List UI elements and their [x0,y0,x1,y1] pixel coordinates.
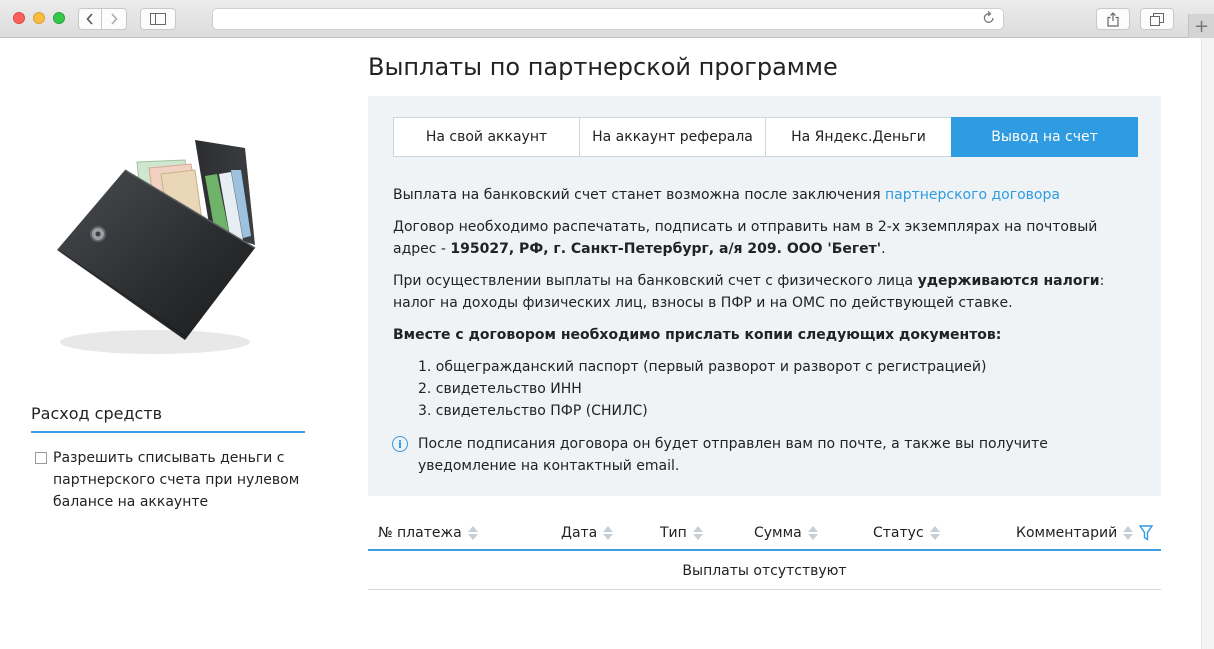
tab-referral-account[interactable]: На аккаунт реферала [579,117,766,157]
allow-debit-checkbox-label[interactable]: Разрешить списывать деньги с партнерског… [53,447,313,513]
column-date[interactable]: Дата [561,525,614,541]
sidebar-toggle-button[interactable] [140,8,176,30]
column-amount[interactable]: Сумма [754,525,818,541]
paragraph-taxes: При осуществлении выплаты на банковский … [393,273,1105,311]
new-tab-button[interactable]: + [1188,14,1214,38]
minimize-window-button[interactable] [33,12,45,24]
tab-overview-button[interactable] [1140,8,1174,30]
column-payment-number[interactable]: № платежа [378,525,478,541]
payout-tabs: На свой аккаунт На аккаунт реферала На Я… [393,117,1138,157]
page-title: Выплаты по партнерской программе [368,53,838,81]
chevron-right-icon [111,13,118,25]
paragraph-agreement: Договор необходимо распечатать, подписат… [393,219,1098,257]
expenses-section-title: Расход средств [31,404,163,423]
paragraph-bank-payout: Выплата на банковский счет станет возмож… [393,187,1060,203]
documents-heading: Вместе с договором необходимо прислать к… [393,327,1002,343]
column-status[interactable]: Статус [873,525,940,541]
sort-icon[interactable] [603,526,614,540]
taxes-withheld: удерживаются налоги [917,273,1100,289]
tab-own-account[interactable]: На свой аккаунт [393,117,580,157]
reload-icon[interactable] [983,11,995,29]
zoom-window-button[interactable] [53,12,65,24]
column-comment[interactable]: Комментарий [1016,525,1154,541]
sort-icon[interactable] [467,526,478,540]
list-item: 3. свидетельство ПФР (СНИЛС) [418,403,648,419]
documents-list: 1. общегражданский паспорт (первый разво… [418,356,986,422]
info-note: После подписания договора он будет отпра… [418,436,1048,474]
sort-icon[interactable] [807,526,818,540]
close-window-button[interactable] [13,12,25,24]
list-item: 1. общегражданский паспорт (первый разво… [418,359,987,375]
back-button[interactable] [78,8,102,30]
sort-icon[interactable] [1123,526,1134,540]
forward-button[interactable] [101,8,127,30]
section-divider [31,431,305,433]
page-scrollbar[interactable] [1201,38,1214,649]
allow-debit-checkbox[interactable] [35,452,47,464]
tab-bank-withdrawal[interactable]: Вывод на счет [951,117,1138,157]
column-type[interactable]: Тип [660,525,703,541]
share-icon [1107,11,1119,27]
empty-table-message: Выплаты отсутствуют [368,553,1161,590]
tabs-icon [1150,12,1164,26]
chevron-left-icon [86,13,93,25]
plus-icon: + [1193,15,1210,37]
sidebar-icon [150,13,166,25]
sort-icon[interactable] [692,526,703,540]
tab-yandex-money[interactable]: На Яндекс.Деньги [765,117,952,157]
browser-toolbar: + [0,0,1214,38]
address-bar[interactable] [212,8,1004,30]
filter-icon[interactable] [1139,525,1154,541]
list-item: 2. свидетельство ИНН [418,381,582,397]
info-icon: i [392,436,408,452]
postal-address: 195027, РФ, г. Санкт-Петербург, а/я 209.… [450,241,882,257]
payments-table-header: № платежа Дата Тип Сумма Статус Коммента… [368,520,1161,551]
share-button[interactable] [1096,8,1130,30]
sort-icon[interactable] [929,526,940,540]
partner-agreement-link[interactable]: партнерского договора [885,187,1060,203]
wallet-illustration [57,140,256,354]
